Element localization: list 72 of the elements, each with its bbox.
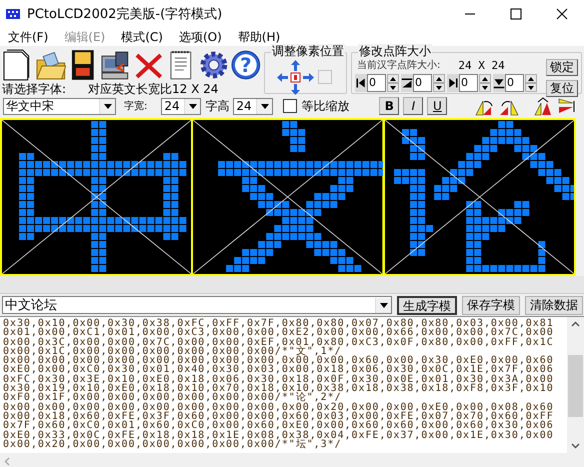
output-text-area[interactable]: 0x30,0x10,0x00,0x30,0x38,0xFC,0xFF,0x7F,0x80,0x80,0x07,0x80,0x80,0x03,0x00,0x81 0x01,0x00,0xC1,0x01,0x00,0xC3,0x00,0x00,0xE2,0x00,0x00,0x66,0x00,0x00,0x7C,0x00 0x00,0x3C,0x00,0x00,0x7C,0x00,0x00,0xEF,0x01,0x80,0xC3,0x0F,0x80,0x00,0xFF,0x1C 0x00,0x1C,0x00,0x00,0x00,0x00,0x00,0x00/*"文",1*/ 0x00,0x00,0x00,0x00,0x00,0x00,0x00,0x00,0x00,0x00,0x60,0x00,0x30,0xE0,0x00,0x60 0xE0,0x00,0xC0,0x30,0x01,0x40,0x30,0x03,0x00,0x18,0x06,0x30,0x0C,0x1E,0x7F,0x06 0xFC,0x30,0x3E,0x10,0xE0,0x18,0x06,0x30,0x18,0x0F,0x30,0x0E,0x01,0x30,0x3A,0x00 0x30,0x19,0x10,0xE0,0x18,0x10,0x70,0x18,0x10,0x38,0x18,0x38,0x18,0xF8,0x3F,0x10 0xF0,0x1F,0x00,0x00,0x00,0x00,0x00,0x00/*"论",2*/ 0x00,0x00,0x00,0x00,0x00,0x00,0x00,0x00,0x00,0x20,0x00,0x00,0xE0,0x00,0x08,0x60 0x00,0x18,0x60,0xFE,0x3F,0x60,0x00,0x00,0x60,0x03,0x00,0xFE,0x07,0x70,0x60,0xFF 0x7F,0x60,0xC0,0x01,0x60,0xC0,0x00,0x60,0xE0,0x00,0x60,0x60,0x00,0x60,0x30,0x06 0xE0,0x33,0x0C,0xFE,0x18,0x18,0x1E,0x08,0x38,0x04,0xFE,0x37,0x00,0x1E,0x30,0x00 0x00,0x20,0x00,0x00,0x00,0x00,0x00,0x00/*"坛",3*/: [0, 317, 567, 453]
width-dropdown[interactable]: 24: [161, 98, 202, 114]
text-input-dropdown[interactable]: 中文论坛: [2, 296, 392, 314]
spin-up-button[interactable]: [525, 74, 537, 83]
up-caret-icon: [482, 76, 488, 80]
help-icon[interactable]: ?: [230, 48, 262, 82]
spin-down-button[interactable]: [479, 83, 491, 92]
caret-icon: [260, 104, 269, 108]
left-edge-icon[interactable]: [355, 74, 367, 92]
down-caret-icon: [390, 86, 396, 90]
format-button[interactable]: B: [379, 97, 400, 115]
top-edge-icon[interactable]: [401, 74, 413, 92]
spin-up-button[interactable]: [479, 74, 491, 83]
number-field[interactable]: 0: [459, 74, 478, 92]
square-icon: [317, 69, 333, 85]
caret-icon: [188, 104, 197, 108]
action-button[interactable]: 生成字模: [397, 296, 457, 314]
spin-up-button[interactable]: [433, 74, 445, 83]
down-caret-icon: [482, 86, 488, 90]
scroll-thumb[interactable]: [568, 355, 583, 417]
caret-icon: [380, 302, 388, 308]
menu-item[interactable]: 帮助(H): [230, 28, 288, 46]
bottom-edge-icon[interactable]: [493, 74, 505, 92]
lock-button[interactable]: 锁定: [546, 59, 578, 76]
font-dropdown[interactable]: 华文中宋: [3, 98, 116, 114]
format-button[interactable]: I: [403, 97, 424, 115]
flip-horizontal-icon[interactable]: [557, 96, 578, 116]
right-edge-icon[interactable]: [447, 74, 459, 92]
number-field[interactable]: 0: [413, 74, 432, 92]
height-dropdown[interactable]: 24: [233, 98, 274, 114]
number-field[interactable]: 0: [367, 74, 386, 92]
number-field[interactable]: 0: [505, 74, 524, 92]
scrollbar[interactable]: [0, 276, 584, 294]
app-icon: [5, 6, 21, 22]
reset-button[interactable]: 复位: [546, 80, 578, 97]
up-caret-icon: [436, 76, 442, 80]
checkbox[interactable]: [283, 99, 298, 113]
aspect-ratio-label: 对应英文长宽比12 X 24: [88, 82, 218, 96]
up-chevron-icon[interactable]: [571, 321, 580, 327]
format-button[interactable]: U: [427, 97, 448, 115]
spin-down-button[interactable]: [433, 83, 445, 92]
menu-item[interactable]: 选项(O): [170, 28, 230, 46]
group-title: 修改点阵大小: [358, 44, 432, 58]
spin-down-button[interactable]: [525, 83, 537, 92]
down-caret-icon: [436, 86, 442, 90]
close-icon[interactable]: [554, 6, 570, 22]
matrix-size-value: 24 X 24: [458, 58, 505, 72]
up-caret-icon: [528, 76, 534, 80]
up-caret-icon: [390, 76, 396, 80]
caret-icon: [104, 104, 112, 108]
font-label: 请选择字体:: [2, 82, 66, 96]
down-chevron-icon[interactable]: [571, 443, 580, 449]
checkbox-label: 等比缩放: [301, 99, 350, 113]
down-caret-icon: [528, 86, 534, 90]
right-arrow-icon[interactable]: [302, 72, 314, 82]
spin-up-button[interactable]: [387, 74, 399, 83]
menu-item[interactable]: 模式(C): [113, 28, 171, 46]
matrix-size-label: 当前汉字点阵大小:: [357, 58, 440, 72]
down-arrow-icon[interactable]: [290, 84, 300, 94]
height-label: 字高: [205, 99, 230, 113]
menu-item[interactable]: 文件(F): [0, 28, 56, 46]
center-icon[interactable]: [290, 72, 300, 82]
left-arrow-icon[interactable]: [276, 72, 288, 82]
group-title: 调整像素位置: [271, 44, 345, 58]
up-arrow-icon[interactable]: [290, 60, 300, 70]
action-button[interactable]: 清除数据: [525, 296, 583, 314]
flip-vertical-icon[interactable]: [533, 96, 554, 116]
window-title: PCtoLCD2002完美版-(字符模式): [27, 6, 224, 23]
spin-down-button[interactable]: [387, 83, 399, 92]
width-label: 字宽:: [124, 100, 148, 113]
action-button[interactable]: 保存字模: [462, 296, 520, 314]
maximize-icon[interactable]: [508, 6, 524, 22]
